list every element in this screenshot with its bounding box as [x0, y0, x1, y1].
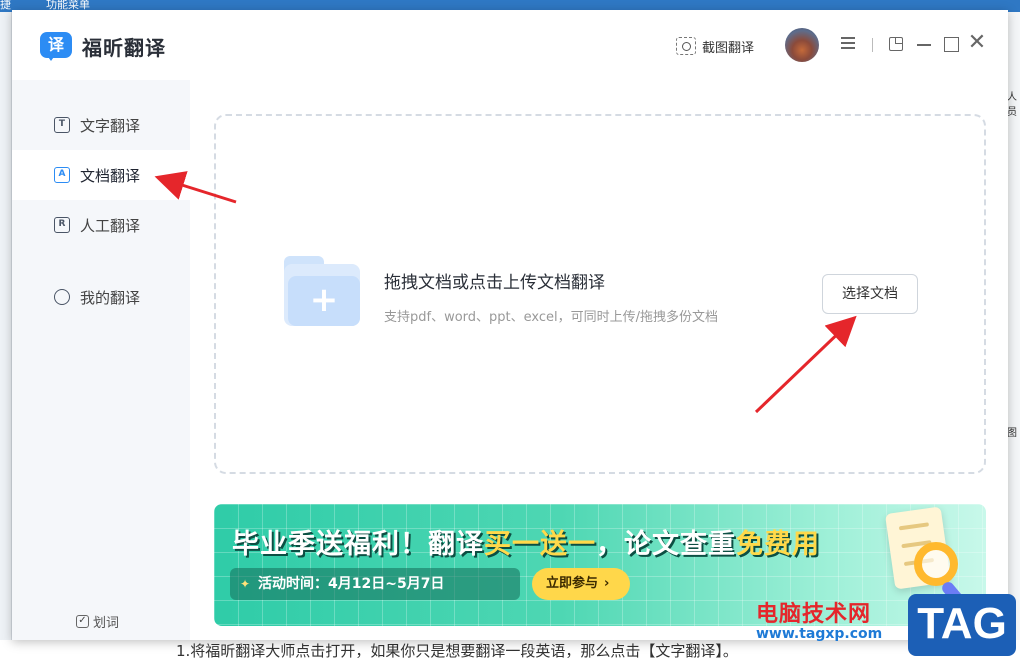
close-icon[interactable]: ✕	[967, 32, 987, 54]
background-document-text: 1.将福昕翻译大师点击打开，如果你只是想要翻译一段英语，那么点击【文字翻译】。	[176, 642, 738, 660]
magnifier-icon	[914, 542, 958, 586]
banner-event-time: 活动时间：4月12日~5月7日	[230, 568, 520, 600]
logo-icon: 译	[40, 32, 72, 58]
watermark: 电脑技术网 www.tagxp.com	[756, 596, 882, 642]
divider	[872, 38, 873, 52]
sidebar-item-human-translate[interactable]: R 人工翻译	[12, 200, 190, 250]
maximize-icon[interactable]	[941, 34, 961, 54]
sidebar-item-label: 人工翻译	[80, 216, 141, 235]
background-left-panel	[0, 12, 12, 640]
checkbox-icon[interactable]: ✓	[76, 615, 89, 628]
sidebar-item-document-translate[interactable]: A 文档翻译	[12, 150, 190, 200]
camera-icon	[676, 37, 696, 55]
join-now-button[interactable]: 立即参与 ›	[532, 568, 630, 600]
sidebar-item-label: 我的翻译	[80, 288, 141, 307]
tag-logo: TAG	[908, 594, 1016, 656]
dropzone-subtitle: 支持pdf、word、ppt、excel，可同时上传/拖拽多份文档	[384, 310, 719, 325]
app-window: 译 福昕翻译 截图翻译 ✕ T 文字翻译 A 文档翻译 R 人工翻译 我的翻译 …	[12, 10, 1008, 640]
sidebar-item-text-translate[interactable]: T 文字翻译	[12, 100, 190, 150]
app-logo: 译	[40, 32, 74, 62]
watermark-text: 电脑技术网	[756, 602, 872, 627]
choose-document-button[interactable]: 选择文档	[822, 274, 918, 314]
logo-tail	[46, 54, 56, 61]
titlebar: 译 福昕翻译 截图翻译 ✕	[12, 10, 1008, 80]
screenshot-translate-label: 截图翻译	[702, 40, 755, 56]
background-right-label: 图	[1007, 428, 1017, 439]
screenshot-translate-button[interactable]: 截图翻译	[676, 35, 754, 57]
sidebar-item-label: 文字翻译	[80, 116, 141, 135]
folder-add-icon: +	[284, 256, 362, 326]
watermark-url: www.tagxp.com	[756, 626, 883, 642]
minimize-icon[interactable]	[914, 34, 934, 54]
person-icon	[54, 289, 70, 305]
sidebar-item-label: 文档翻译	[80, 166, 141, 185]
word-select-toggle[interactable]: ✓ 划词	[76, 612, 119, 631]
banner-headline: 毕业季送福利！翻译买一送一，论文查重免费用	[232, 529, 820, 560]
background-right-label: 人员	[1007, 92, 1017, 118]
app-name: 福昕翻译	[82, 36, 166, 60]
document-translate-icon: A	[54, 167, 70, 183]
sidebar: T 文字翻译 A 文档翻译 R 人工翻译 我的翻译 ✓ 划词	[12, 80, 190, 640]
word-select-label: 划词	[93, 616, 120, 631]
text-translate-icon: T	[54, 117, 70, 133]
background-menu-left: 捷	[0, 0, 11, 11]
avatar[interactable]	[785, 28, 819, 62]
menu-icon[interactable]	[838, 34, 858, 54]
human-translate-icon: R	[54, 217, 70, 233]
dropzone-title: 拖拽文档或点击上传文档翻译	[384, 273, 605, 293]
background-document: 1.将福昕翻译大师点击打开，如果你只是想要翻译一段英语，那么点击【文字翻译】。	[0, 640, 1020, 660]
main-panel: + 拖拽文档或点击上传文档翻译 支持pdf、word、ppt、excel，可同时…	[190, 80, 1008, 640]
sidebar-item-my-translations[interactable]: 我的翻译	[12, 272, 190, 322]
mini-mode-icon[interactable]	[886, 34, 906, 54]
upload-dropzone[interactable]: + 拖拽文档或点击上传文档翻译 支持pdf、word、ppt、excel，可同时…	[214, 114, 986, 474]
